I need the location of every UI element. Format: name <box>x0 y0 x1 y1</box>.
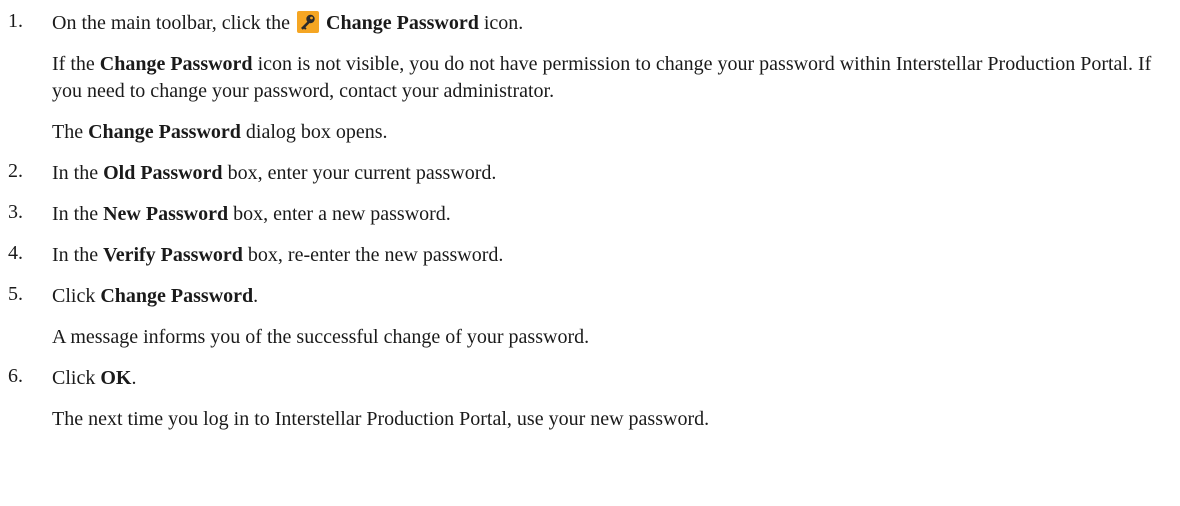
step-number: 6. <box>8 365 23 387</box>
ui-term: New Password <box>103 203 229 225</box>
ui-term: Change Password <box>100 285 254 307</box>
ui-term: Verify Password <box>103 244 243 266</box>
step-instruction: In the Verify Password box, re-enter the… <box>52 244 504 266</box>
step-2: 2. In the Old Password box, enter your c… <box>8 160 1173 187</box>
step-number: 5. <box>8 283 23 305</box>
step-3: 3. In the New Password box, enter a new … <box>8 201 1173 228</box>
step-5: 5. Click Change Password. A message info… <box>8 283 1173 351</box>
step-number: 2. <box>8 160 23 182</box>
step-result: The Change Password dialog box opens. <box>52 121 388 143</box>
step-result: The next time you log in to Interstellar… <box>52 408 710 430</box>
ui-term: Change Password <box>88 121 241 143</box>
step-1: 1. On the main toolbar, click the Change… <box>8 10 1173 146</box>
ui-term: OK <box>100 367 132 389</box>
step-6: 6. Click OK. The next time you log in to… <box>8 365 1173 433</box>
ui-term: Change Password <box>99 53 253 75</box>
step-4: 4. In the Verify Password box, re-enter … <box>8 242 1173 269</box>
step-result: A message informs you of the successful … <box>52 326 590 348</box>
step-instruction: Click Change Password. <box>52 285 259 307</box>
step-number: 3. <box>8 201 23 223</box>
step-number: 4. <box>8 242 23 264</box>
step-instruction: In the New Password box, enter a new pas… <box>52 203 451 225</box>
ui-term: Old Password <box>103 162 223 184</box>
step-instruction: On the main toolbar, click the Change Pa… <box>52 11 524 34</box>
step-note: If the Change Password icon is not visib… <box>52 53 1152 102</box>
ui-term: Change Password <box>326 12 479 34</box>
step-instruction: In the Old Password box, enter your curr… <box>52 162 497 184</box>
step-instruction: Click OK. <box>52 367 137 389</box>
step-number: 1. <box>8 10 23 32</box>
procedure-steps: 1. On the main toolbar, click the Change… <box>8 10 1173 433</box>
key-icon <box>297 11 320 33</box>
